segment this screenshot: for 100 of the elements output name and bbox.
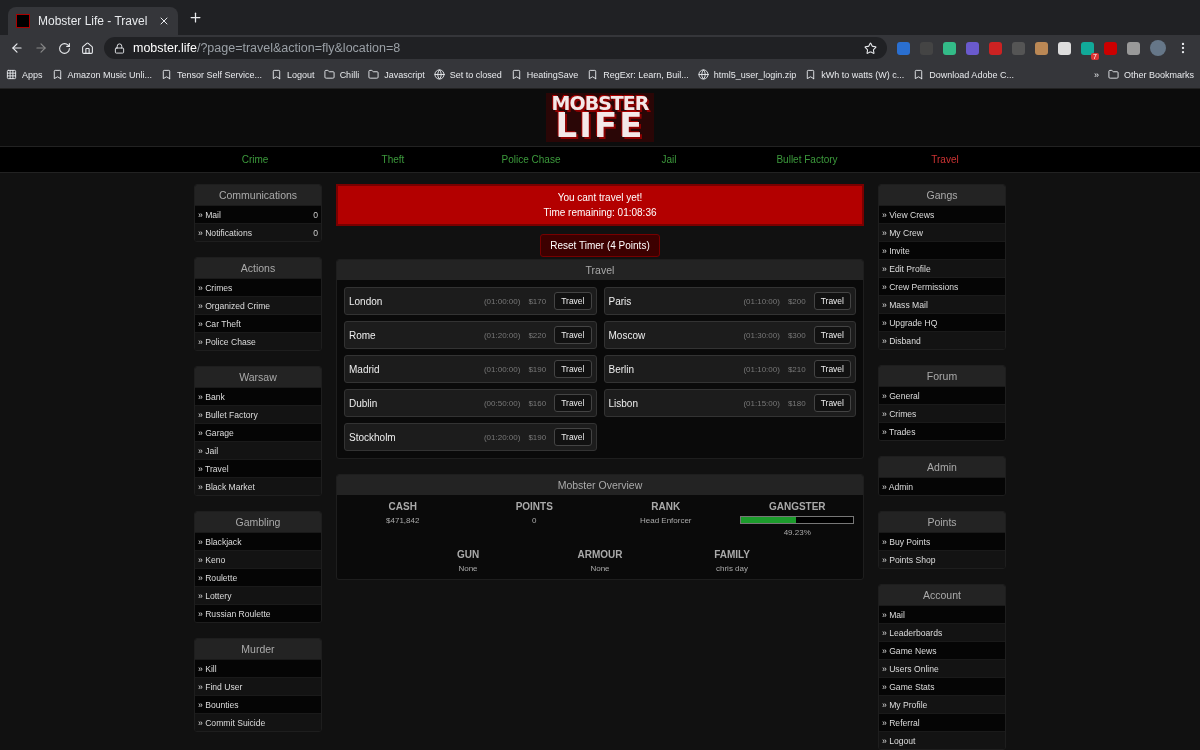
- sidebar-link[interactable]: » Crimes: [879, 404, 1005, 422]
- sidebar-link[interactable]: » Garage: [195, 423, 321, 441]
- sidebar-link[interactable]: » Crimes: [195, 278, 321, 296]
- forward-icon[interactable]: [34, 41, 48, 55]
- nav-link[interactable]: Theft: [324, 154, 462, 165]
- nav-link[interactable]: Police Chase: [462, 154, 600, 165]
- close-icon[interactable]: [158, 15, 170, 27]
- star-icon[interactable]: [864, 41, 877, 55]
- sidebar-link[interactable]: » Logout: [879, 731, 1005, 749]
- sidebar-link[interactable]: » Invite: [879, 241, 1005, 259]
- bookmark-folder[interactable]: Other Bookmarks: [1107, 69, 1194, 80]
- travel-button[interactable]: Travel: [554, 428, 592, 446]
- bookmark-link[interactable]: html5_user_login.zip: [697, 69, 797, 80]
- sidebar-link[interactable]: » Organized Crime: [195, 296, 321, 314]
- nav-link[interactable]: Crime: [186, 154, 324, 165]
- travel-button[interactable]: Travel: [554, 292, 592, 310]
- reload-icon[interactable]: [58, 41, 71, 55]
- extension-icon[interactable]: [1035, 41, 1048, 55]
- travel-button[interactable]: Travel: [813, 394, 851, 412]
- sidebar-link[interactable]: » Travel: [195, 459, 321, 477]
- sidebar-link[interactable]: » Mail: [879, 605, 1005, 623]
- city-name: Paris: [608, 295, 633, 307]
- bookmark-link[interactable]: Set to closed: [433, 69, 502, 80]
- extension-icon[interactable]: [943, 41, 956, 55]
- browser-tab[interactable]: Mobster Life - Travel: [8, 7, 178, 35]
- sidebar-link[interactable]: » My Profile: [879, 695, 1005, 713]
- count: 0: [313, 227, 318, 238]
- sidebar-link[interactable]: » Keno: [195, 550, 321, 568]
- sidebar-link[interactable]: » General: [879, 386, 1005, 404]
- travel-button[interactable]: Travel: [813, 360, 851, 378]
- bookmark-link[interactable]: RegExr: Learn, Buil...: [587, 69, 689, 80]
- sidebar-link[interactable]: » Buy Points: [879, 532, 1005, 550]
- sidebar-link[interactable]: » Points Shop: [879, 550, 1005, 568]
- stat-value: None: [458, 564, 478, 573]
- sidebar-link[interactable]: » Mass Mail: [879, 295, 1005, 313]
- sidebar-link[interactable]: » Edit Profile: [879, 259, 1005, 277]
- sidebar-link[interactable]: » Commit Suicide: [195, 713, 321, 731]
- sidebar-link[interactable]: » Car Theft: [195, 314, 321, 332]
- plus-icon[interactable]: [188, 10, 203, 25]
- travel-price: $200: [787, 296, 806, 306]
- bookmark-icon: [587, 69, 599, 80]
- sidebar-link[interactable]: » Referral: [879, 713, 1005, 731]
- extension-icon[interactable]: [1127, 41, 1140, 55]
- nav-link[interactable]: Bullet Factory: [738, 154, 876, 165]
- sidebar-link[interactable]: » Bullet Factory: [195, 405, 321, 423]
- avatar-icon[interactable]: [1150, 40, 1166, 56]
- sidebar-link[interactable]: » Find User: [195, 677, 321, 695]
- bookmark-link[interactable]: Amazon Music Unli...: [51, 69, 153, 80]
- sidebar-link[interactable]: » Lottery: [195, 586, 321, 604]
- sidebar-link[interactable]: » Black Market: [195, 477, 321, 495]
- sidebar-link[interactable]: » Blackjack: [195, 532, 321, 550]
- bookmark-link[interactable]: HeatingSave: [510, 69, 579, 80]
- overflow-chevron[interactable]: »: [1093, 69, 1099, 80]
- extension-icon[interactable]: [1081, 41, 1094, 55]
- sidebar-link[interactable]: » Upgrade HQ: [879, 313, 1005, 331]
- home-icon[interactable]: [81, 41, 94, 55]
- extension-icon[interactable]: [1058, 41, 1071, 55]
- address-bar[interactable]: mobster.life/?page=travel&action=fly&location=8: [104, 37, 887, 59]
- bookmark-link[interactable]: Tensor Self Service...: [161, 69, 263, 80]
- sidebar-link[interactable]: » Mail 0: [195, 205, 321, 223]
- bookmark-link[interactable]: kWh to watts (W) c...: [805, 69, 905, 80]
- sidebar-link[interactable]: » View Crews: [879, 205, 1005, 223]
- sidebar-link[interactable]: » Disband: [879, 331, 1005, 349]
- travel-button[interactable]: Travel: [554, 326, 592, 344]
- sidebar-link[interactable]: » Notifications 0: [195, 223, 321, 241]
- sidebar-link[interactable]: » My Crew: [879, 223, 1005, 241]
- favicon-icon: [16, 14, 30, 28]
- bookmark-link[interactable]: Download Adobe C...: [913, 69, 1014, 80]
- reset-timer-button[interactable]: Reset Timer (4 Points): [540, 234, 660, 257]
- site-logo[interactable]: MOBSTER LIFE: [545, 93, 655, 142]
- travel-time: (00:50:00): [483, 398, 521, 408]
- city-name: Moscow: [608, 329, 647, 341]
- city-name: Berlin: [608, 363, 636, 375]
- back-icon[interactable]: [10, 41, 24, 55]
- sidebar-link[interactable]: » Game Stats: [879, 677, 1005, 695]
- sidebar-link[interactable]: » Police Chase: [195, 332, 321, 350]
- bookmark-link[interactable]: Logout: [271, 69, 315, 80]
- sidebar-link[interactable]: » Roulette: [195, 568, 321, 586]
- bookmark-link[interactable]: Apps: [6, 69, 43, 80]
- travel-button[interactable]: Travel: [554, 394, 592, 412]
- sidebar-link[interactable]: » Russian Roulette: [195, 604, 321, 622]
- sidebar-link[interactable]: » Crew Permissions: [879, 277, 1005, 295]
- sidebar-link[interactable]: » Admin: [879, 477, 1005, 495]
- sidebar-link[interactable]: » Jail: [195, 441, 321, 459]
- sidebar-link[interactable]: » Bounties: [195, 695, 321, 713]
- sidebar-link[interactable]: » Trades: [879, 422, 1005, 440]
- sidebar-link[interactable]: » Bank: [195, 387, 321, 405]
- travel-button[interactable]: Travel: [813, 292, 851, 310]
- panel-title: Actions: [195, 258, 321, 278]
- sidebar-link[interactable]: » Kill: [195, 659, 321, 677]
- sidebar-link[interactable]: » Leaderboards: [879, 623, 1005, 641]
- travel-button[interactable]: Travel: [554, 360, 592, 378]
- sidebar-link[interactable]: » Users Online: [879, 659, 1005, 677]
- bookmark-link[interactable]: Javascript: [368, 69, 425, 80]
- travel-time: (01:20:00): [483, 432, 521, 442]
- travel-button[interactable]: Travel: [813, 326, 851, 344]
- sidebar-link[interactable]: » Game News: [879, 641, 1005, 659]
- bookmark-link[interactable]: Chilli: [323, 69, 360, 80]
- nav-link[interactable]: Jail: [600, 154, 738, 165]
- nav-link[interactable]: Travel: [876, 154, 1014, 165]
